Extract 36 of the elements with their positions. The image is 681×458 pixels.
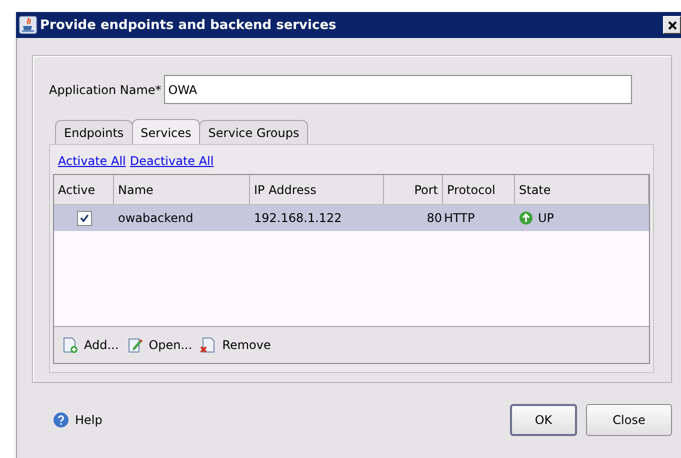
- link[interactable]: Activate All: [58, 154, 126, 174]
- column-header[interactable]: Port: [384, 175, 443, 204]
- checkbox[interactable]: [76, 210, 92, 226]
- help-icon: [53, 412, 69, 428]
- close-button[interactable]: [663, 16, 681, 34]
- column-header[interactable]: Protocol: [443, 175, 515, 204]
- close-button[interactable]: Close: [586, 404, 672, 436]
- cup-icon: [19, 16, 37, 34]
- tab[interactable]: Service Groups: [199, 120, 308, 144]
- toolbar-button[interactable]: Remove: [200, 337, 271, 353]
- column-header[interactable]: Active: [54, 175, 114, 204]
- application-name-field[interactable]: OWA: [164, 75, 632, 104]
- check-icon: [80, 214, 88, 222]
- table-cell: HTTP: [444, 211, 475, 225]
- table-cell: owabackend: [118, 211, 194, 225]
- help-link[interactable]: Help: [53, 412, 102, 428]
- close-icon: [668, 20, 676, 30]
- column-header[interactable]: IP Address: [250, 175, 384, 204]
- add-document-icon: [62, 337, 78, 353]
- ok-button[interactable]: OK: [510, 404, 577, 436]
- table-cell: 80: [426, 211, 442, 225]
- toolbar-button[interactable]: Open...: [126, 337, 192, 353]
- tab[interactable]: Services: [132, 119, 200, 144]
- remove-document-icon: [200, 337, 216, 353]
- up-arrow-icon: [519, 211, 533, 225]
- tab[interactable]: Endpoints: [55, 120, 133, 144]
- table-cell: UP: [538, 211, 554, 225]
- table-row[interactable]: owabackend 192.168.1.122 80 HTTP UP: [54, 205, 649, 231]
- column-header[interactable]: State: [515, 175, 649, 204]
- toolbar-button[interactable]: Add...: [62, 337, 119, 353]
- link[interactable]: Deactivate All: [130, 154, 214, 174]
- edit-document-icon: [126, 337, 143, 353]
- column-header[interactable]: Name: [114, 175, 250, 204]
- table-cell: 192.168.1.122: [254, 211, 342, 225]
- window-title: Provide endpoints and backend services: [40, 18, 338, 32]
- field-label: Application Name*: [49, 82, 162, 96]
